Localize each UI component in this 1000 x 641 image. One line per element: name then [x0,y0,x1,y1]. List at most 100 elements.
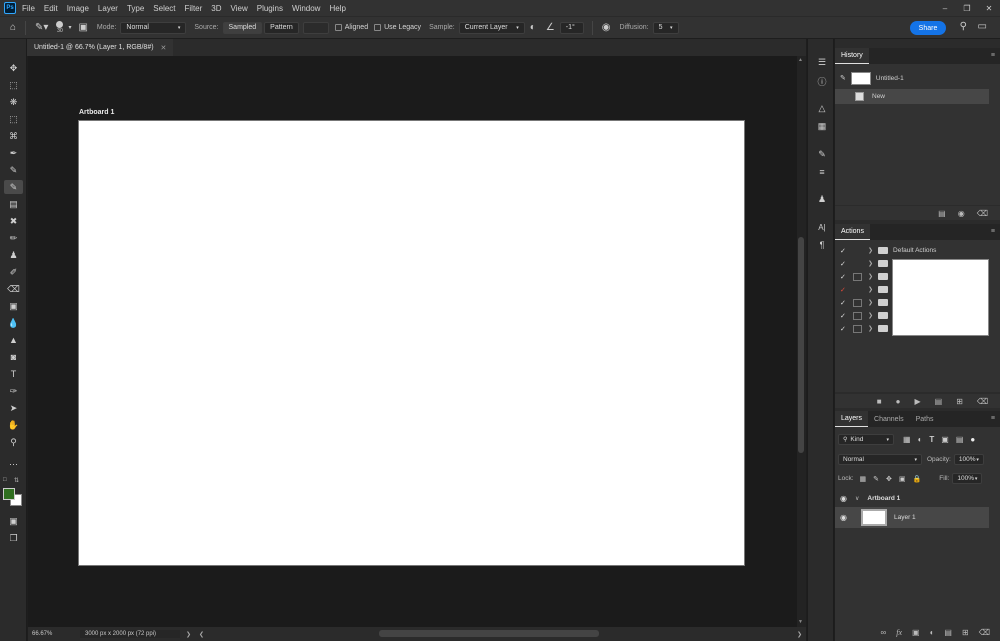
menu-window[interactable]: Window [292,4,320,13]
visibility-eye-icon[interactable]: ◉ [840,494,847,503]
blur-tool-icon[interactable]: 💧 [4,316,23,330]
clone-stamp-tool-icon[interactable]: ♟ [4,248,23,262]
fill-input[interactable]: 100% ▾ [952,473,983,484]
trash-icon[interactable]: ⌫ [977,209,988,218]
crop-tool-icon[interactable]: ⌘ [4,129,23,143]
blend-mode-select[interactable]: Normal ▾ [838,454,922,465]
menu-3d[interactable]: 3D [211,4,221,13]
eraser-tool-icon[interactable]: ⌫ [4,282,23,296]
toggle-check-icon[interactable]: ✓ [840,247,848,255]
lock-pixels-icon[interactable]: ✎ [873,475,879,483]
collapse-chevron-icon[interactable]: ∨ [855,495,859,502]
swap-colors-icon[interactable]: ⇅ [14,477,19,484]
pressure-size-icon[interactable]: ◉ [602,22,611,33]
dialog-toggle-icon[interactable] [853,311,862,320]
zoom-tool-icon[interactable]: ⚲ [4,435,23,449]
sample-select[interactable]: Current Layer ▾ [458,21,525,34]
screen-mode-icon[interactable]: ❐ [4,531,23,545]
opacity-input[interactable]: 100% ▾ [953,454,984,465]
vertical-scroll-thumb[interactable] [798,237,804,453]
hand-tool-icon[interactable]: ✋ [4,418,23,432]
new-group-icon[interactable]: ▤ [944,628,952,637]
angle-input[interactable]: -1° [559,21,584,34]
info-icon[interactable]: ⓘ [814,74,830,88]
mode-select[interactable]: Normal ▾ [120,21,187,34]
object-selection-tool-icon[interactable]: ⬚ [4,112,23,126]
more-tools-icon[interactable]: ⋯ [4,457,23,471]
sharpen-tool-icon[interactable]: ▲ [4,333,23,347]
menu-image[interactable]: Image [67,4,89,13]
clone-source-icon[interactable]: ▣ [78,22,87,33]
chevron-down-icon[interactable]: ▾ [68,24,71,31]
expand-arrow-icon[interactable]: ❯ [868,273,873,280]
3d-icon[interactable]: △ [814,101,830,115]
history-brush-source-icon[interactable]: ✎ [840,74,846,82]
diffusion-select[interactable]: 5 ▾ [652,21,679,34]
patch-tool-icon[interactable]: ▤ [4,197,23,211]
pen-tool-icon[interactable]: ✑ [4,384,23,398]
layer-mask-icon[interactable]: ▣ [912,628,920,637]
menu-file[interactable]: File [22,4,35,13]
smart-object-filter-icon[interactable]: ▤ [956,435,964,444]
expand-arrow-icon[interactable]: ❯ [868,299,873,306]
foreground-color-swatch[interactable] [3,488,15,500]
camera-icon[interactable]: ◉ [958,209,965,218]
scroll-down-icon[interactable]: ▼ [798,619,803,625]
toggle-check-icon[interactable]: ✓ [840,312,848,320]
source-sampled-button[interactable]: Sampled [222,21,263,34]
lock-artboard-icon[interactable]: ▣ [899,475,906,483]
type-tool-icon[interactable]: T [4,367,23,381]
pattern-picker[interactable] [302,21,329,34]
menu-plugins[interactable]: Plugins [257,4,283,13]
expand-arrow-icon[interactable]: ❯ [868,286,873,293]
clone-source-panel-icon[interactable]: ♟ [814,192,830,206]
menu-filter[interactable]: Filter [185,4,203,13]
panel-menu-icon[interactable]: ≡ [991,52,995,59]
menu-help[interactable]: Help [329,4,345,13]
kind-filter-select[interactable]: ⚲ Kind ▾ [838,434,894,445]
menu-layer[interactable]: Layer [98,4,118,13]
marquee-tool-icon[interactable]: ⬚ [4,78,23,92]
close-tab-icon[interactable]: ✕ [161,44,167,52]
content-aware-move-tool-icon[interactable]: ✖ [4,214,23,228]
menu-edit[interactable]: Edit [44,4,58,13]
type-filter-icon[interactable]: T [929,435,934,444]
link-layers-icon[interactable]: ∞ [881,628,887,637]
stop-icon[interactable]: ■ [877,397,882,406]
home-icon[interactable]: ⌂ [10,22,16,33]
visibility-eye-icon[interactable]: ◉ [840,513,847,522]
close-icon[interactable]: ✕ [978,0,1000,16]
scroll-up-icon[interactable]: ▲ [798,57,803,63]
shape-filter-icon[interactable]: ▣ [941,435,949,444]
tab-history[interactable]: History [835,48,869,64]
gradient-tool-icon[interactable]: ▣ [4,299,23,313]
dialog-toggle[interactable] [853,247,862,255]
aligned-checkbox[interactable] [334,24,342,31]
panel-menu-icon[interactable]: ≡ [991,415,995,422]
use-legacy-checkbox[interactable] [374,24,382,31]
tab-paths[interactable]: Paths [910,411,940,427]
expand-arrow-icon[interactable]: ❯ [868,325,873,332]
pixel-filter-icon[interactable]: ▦ [903,435,911,444]
expand-arrow-icon[interactable]: ❯ [868,247,873,254]
adjustment-filter-icon[interactable]: ◐ [918,435,923,444]
history-state-row[interactable]: New [835,89,989,104]
tab-channels[interactable]: Channels [868,411,910,427]
history-snapshot-row[interactable]: ✎ Untitled-1 [835,68,989,88]
scroll-left-icon[interactable]: ❮ [199,631,204,638]
document-tab[interactable]: Untitled-1 @ 66.7% (Layer 1, RGB/8#) ✕ [27,39,174,56]
filter-toggle-icon[interactable]: ● [970,435,975,444]
healing-brush-tool-icon[interactable]: ✎ [4,180,23,194]
dialog-toggle-icon[interactable] [853,272,862,281]
menu-view[interactable]: View [231,4,248,13]
search-icon[interactable]: ⚲ [960,21,967,32]
restore-icon[interactable]: ❐ [956,0,978,16]
play-icon[interactable]: ▶ [914,397,920,406]
lock-all-icon[interactable]: 🔒 [913,475,922,483]
character-icon[interactable]: A| [814,220,830,234]
fx-icon[interactable]: fx [896,628,902,637]
action-set-row[interactable]: ✓ ❯ Default Actions [835,244,990,257]
menu-type[interactable]: Type [127,4,144,13]
spot-healing-tool-icon[interactable]: ✎ [4,163,23,177]
path-selection-tool-icon[interactable]: ➤ [4,401,23,415]
